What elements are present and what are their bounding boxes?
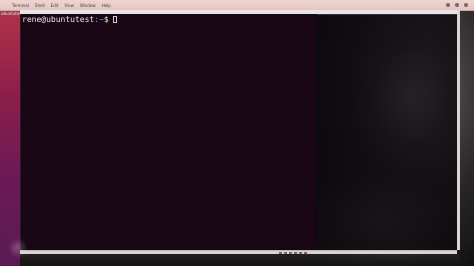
dock-glow (8, 238, 28, 258)
status-icon[interactable] (464, 3, 468, 7)
menu-item-shell[interactable]: Shell (35, 3, 45, 8)
menu-item-window[interactable]: Window (80, 3, 96, 8)
menu-item-view[interactable]: View (64, 3, 74, 8)
menu-app-name[interactable]: Terminal (12, 3, 29, 8)
desktop: Terminal Shell Edit View Window Help ubu… (0, 0, 474, 266)
terminal-prompt-line[interactable]: rene@ubuntutest :~ $ (22, 15, 117, 24)
ubuntu-wallpaper (0, 10, 20, 266)
terminal-window[interactable] (20, 14, 317, 250)
vm-window-edge (457, 10, 460, 250)
terminal-cursor (112, 16, 117, 23)
prompt-user-host: rene@ubuntutest (22, 15, 95, 24)
terminal-window-extension[interactable] (316, 14, 457, 250)
prompt-symbol: $ (103, 15, 109, 24)
prompt-path: :~ (94, 15, 104, 24)
menu-item-help[interactable]: Help (102, 3, 111, 8)
menu-status-area (446, 3, 468, 7)
vm-left-label: ubuntutest (1, 11, 21, 16)
dock (20, 254, 460, 266)
status-icon[interactable] (446, 3, 450, 7)
menu-item-edit[interactable]: Edit (51, 3, 59, 8)
status-icon[interactable] (455, 3, 459, 7)
